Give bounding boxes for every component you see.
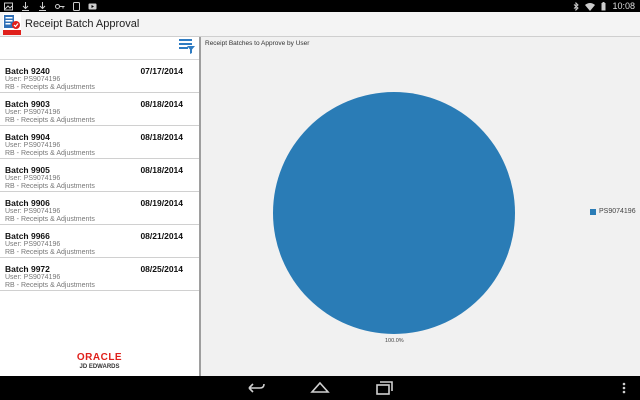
batch-list-panel: Batch 9240 07/17/2014 User: PS9074196 RB… [0, 37, 201, 376]
batch-type: RB - Receipts & Adjustments [5, 117, 95, 124]
batch-user: User: PS9074196 [5, 175, 61, 182]
batch-type: RB - Receipts & Adjustments [5, 150, 95, 157]
youtube-icon [88, 3, 97, 9]
app-logo-icon[interactable] [3, 14, 21, 35]
app-title: Receipt Batch Approval [25, 18, 140, 30]
batch-type: RB - Receipts & Adjustments [5, 183, 95, 190]
key-icon [55, 3, 65, 9]
navigation-bar [0, 376, 640, 400]
batch-user: User: PS9074196 [5, 76, 61, 83]
batch-title: Batch 9905 [5, 165, 50, 175]
batch-list-item[interactable]: Batch 9966 08/21/2014 User: PS9074196 RB… [0, 225, 199, 258]
batch-date: 08/25/2014 [140, 264, 183, 274]
batch-user: User: PS9074196 [5, 109, 61, 116]
batch-user: User: PS9074196 [5, 142, 61, 149]
batch-title: Batch 9903 [5, 99, 50, 109]
pie-chart [273, 92, 515, 334]
batch-type: RB - Receipts & Adjustments [5, 249, 95, 256]
status-bar: 10:08 [0, 0, 640, 12]
notification-icons [4, 1, 97, 11]
download-icon [22, 1, 29, 11]
home-button-icon[interactable] [310, 380, 330, 396]
clock: 10:08 [612, 1, 635, 11]
chart-panel: Receipt Batches to Approve by User PS907… [201, 37, 640, 376]
batch-date: 08/21/2014 [140, 231, 183, 241]
batch-list-item[interactable]: Batch 9240 07/17/2014 User: PS9074196 RB… [0, 60, 199, 93]
batch-date: 08/18/2014 [140, 132, 183, 142]
pie-slice[interactable] [273, 92, 515, 334]
batch-user: User: PS9074196 [5, 274, 61, 281]
batch-list-item[interactable]: Batch 9905 08/18/2014 User: PS9074196 RB… [0, 159, 199, 192]
filter-icon[interactable] [179, 38, 195, 54]
batch-date: 07/17/2014 [140, 66, 183, 76]
system-icons: 10:08 [573, 0, 635, 12]
batch-type: RB - Receipts & Adjustments [5, 216, 95, 223]
phone-icon [73, 1, 80, 11]
batch-user: User: PS9074196 [5, 208, 61, 215]
batch-title: Batch 9966 [5, 231, 50, 241]
batch-list-item[interactable]: Batch 9903 08/18/2014 User: PS9074196 RB… [0, 93, 199, 126]
recent-apps-button-icon[interactable] [374, 380, 394, 396]
chart-title: Receipt Batches to Approve by User [205, 40, 310, 47]
batch-list-item[interactable]: Batch 9906 08/19/2014 User: PS9074196 RB… [0, 192, 199, 225]
batch-list-item[interactable]: Batch 9972 08/25/2014 User: PS9074196 RB… [0, 258, 199, 291]
batch-title: Batch 9904 [5, 132, 50, 142]
jd-edwards-logo-text: JD EDWARDS [79, 364, 120, 370]
batch-type: RB - Receipts & Adjustments [5, 84, 95, 91]
download-icon [39, 1, 46, 11]
chart-legend: PS9074196 [590, 208, 636, 215]
batch-list-item[interactable]: Batch 9904 08/18/2014 User: PS9074196 RB… [0, 126, 199, 159]
oracle-jd-edwards-logo: ORACLE JD EDWARDS [0, 352, 199, 370]
batch-title: Batch 9972 [5, 264, 50, 274]
pie-slice-label: 100.0% [385, 338, 404, 344]
batch-date: 08/18/2014 [140, 99, 183, 109]
legend-swatch [590, 208, 596, 215]
batch-title: Batch 9906 [5, 198, 50, 208]
wifi-icon [585, 2, 596, 11]
oracle-logo-text: ORACLE [76, 352, 123, 363]
bluetooth-icon [574, 1, 580, 11]
gallery-icon [4, 2, 13, 10]
app-bar: Receipt Batch Approval [0, 12, 640, 37]
batch-type: RB - Receipts & Adjustments [5, 282, 95, 289]
list-header [0, 37, 199, 60]
batch-user: User: PS9074196 [5, 241, 61, 248]
batch-title: Batch 9240 [5, 66, 50, 76]
legend-label: PS9074196 [599, 208, 636, 215]
batch-list: Batch 9240 07/17/2014 User: PS9074196 RB… [0, 60, 199, 291]
batch-date: 08/18/2014 [140, 165, 183, 175]
back-button-icon[interactable] [246, 380, 266, 396]
battery-icon [601, 1, 606, 10]
overflow-menu-icon[interactable] [620, 380, 628, 396]
batch-date: 08/19/2014 [140, 198, 183, 208]
